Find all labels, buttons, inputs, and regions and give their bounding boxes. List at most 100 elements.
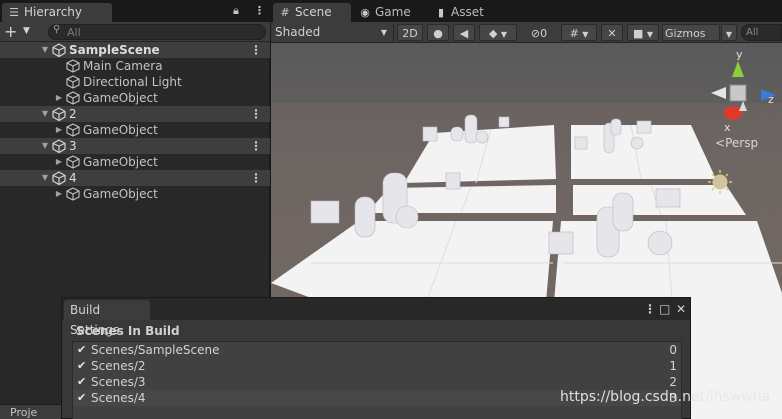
gameobject-cube-icon (66, 58, 80, 74)
foldout-expanded-icon[interactable]: ▼ (40, 170, 50, 186)
watermark-text: https://blog.csdn.net/lhswwha (560, 389, 771, 405)
build-scene-row[interactable]: ✔ Scenes/2 1 (73, 358, 681, 374)
unity-scene-icon (52, 138, 66, 154)
gameobject-row[interactable]: ▶ GameObject (0, 122, 270, 138)
row-label: SampleScene (69, 43, 160, 57)
tab-hierarchy[interactable]: ☰ Hierarchy (2, 3, 112, 22)
grid-snap-dropdown[interactable]: # ▼ (561, 24, 597, 41)
maximize-icon[interactable]: □ (659, 300, 670, 318)
hierarchy-search-input[interactable] (67, 25, 257, 39)
build-scene-name: Scenes/SampleScene (91, 343, 220, 357)
scene-row[interactable]: ▼ 3 ⋮ (0, 138, 270, 154)
kebab-menu-icon[interactable]: ⋮ (644, 300, 656, 318)
build-scene-row[interactable]: ✔ Scenes/SampleScene 0 (73, 342, 681, 358)
persp-arrow-icon: < (715, 136, 725, 150)
checkbox-checked-icon[interactable]: ✔ (77, 390, 89, 406)
plus-icon: + (4, 22, 18, 41)
tab-game[interactable]: ◉ Game (353, 3, 427, 22)
chevron-down-icon: ▼ (380, 28, 387, 37)
checkbox-checked-icon[interactable]: ✔ (77, 342, 89, 358)
foldout-expanded-icon[interactable]: ▼ (40, 42, 50, 58)
foldout-collapsed-icon[interactable]: ▶ (54, 122, 64, 138)
chevron-down-icon: ▼ (725, 30, 733, 39)
row-label: GameObject (83, 123, 158, 137)
row-label: 4 (69, 171, 77, 185)
build-scene-name: Scenes/4 (91, 391, 146, 405)
gizmos-dropdown[interactable]: Gizmos (662, 24, 720, 41)
foldout-collapsed-icon[interactable]: ▶ (54, 90, 64, 106)
scene-search[interactable]: All (741, 24, 782, 41)
project-tab-label: Proje (10, 406, 38, 419)
gizmos-dropdown-arrow[interactable]: ▼ (721, 24, 737, 41)
hidden-count: 0 (540, 27, 548, 40)
foldout-collapsed-icon[interactable]: ▶ (54, 154, 64, 170)
capsule (450, 126, 464, 142)
lock-icon[interactable]: 🔒︎ (233, 4, 239, 18)
gameobject-row[interactable]: Main Camera (0, 58, 270, 74)
cube (548, 231, 574, 255)
gameobject-row[interactable]: ▶ GameObject (0, 154, 270, 170)
gameobject-row[interactable]: ▶ GameObject (0, 186, 270, 202)
gizmo-x-label: x (724, 121, 731, 134)
scene-tabstrip: # Scene ◉ Game ▮Asset Store (271, 0, 782, 38)
gameobject-cube-icon (66, 122, 80, 138)
build-scene-name: Scenes/3 (91, 375, 146, 389)
scene-row[interactable]: ▼ SampleScene ⋮ (0, 42, 270, 58)
shopping-bag-icon: ▮ (437, 6, 445, 19)
gizmo-center-cube[interactable] (729, 84, 747, 102)
sphere (395, 205, 419, 229)
cylinder (464, 114, 478, 144)
checkbox-checked-icon[interactable]: ✔ (77, 374, 89, 390)
create-button[interactable]: + ▼ (4, 23, 36, 41)
kebab-menu-icon[interactable]: ⋮ (250, 170, 262, 186)
foldout-expanded-icon[interactable]: ▼ (40, 138, 50, 154)
cube (574, 136, 588, 150)
tools-button[interactable]: ✕ (601, 24, 623, 41)
hierarchy-tree: ▼ SampleScene ⋮ Main Camera Directional Ligh… (0, 42, 270, 202)
gamepad-icon: ◉ (360, 6, 370, 19)
scene-row[interactable]: ▼ 4 ⋮ (0, 170, 270, 186)
tab-asset-store[interactable]: ▮Asset Store (429, 3, 519, 38)
build-scene-row[interactable]: ✔ Scenes/3 2 (73, 374, 681, 390)
toggle-2d-button[interactable]: 2D (397, 24, 423, 41)
hidden-objects-toggle[interactable]: ⊘0 (521, 24, 557, 41)
game-tab-label: Game (375, 5, 411, 19)
scene-row[interactable]: ▼ 2 ⋮ (0, 106, 270, 122)
tab-project[interactable]: Proje (0, 404, 62, 419)
kebab-menu-icon[interactable]: ⋮ (250, 138, 262, 154)
audio-toggle-button[interactable]: ◀ (453, 24, 475, 41)
tab-build-settings[interactable]: Build Settings (64, 300, 150, 337)
toolbar-divider (393, 24, 394, 41)
close-icon[interactable]: ✕ (676, 300, 686, 318)
foldout-collapsed-icon[interactable]: ▶ (54, 186, 64, 202)
scene-toolbar: Shaded ▼ 2D ● ◀ ◆ ▼ ⊘0 # ▼ ✕ ■ ▼ Gizmos … (271, 22, 782, 43)
foldout-expanded-icon[interactable]: ▼ (40, 106, 50, 122)
row-label: GameObject (83, 187, 158, 201)
build-scene-index: 0 (669, 343, 677, 357)
build-settings-titlebar: Build Settings ⋮ □ ✕ (62, 298, 690, 337)
x-axis-cone[interactable] (724, 106, 742, 120)
capsule (354, 196, 376, 238)
gameobject-cube-icon (66, 154, 80, 170)
camera-dropdown[interactable]: ■ ▼ (627, 24, 659, 41)
draw-mode-dropdown[interactable]: Shaded ▼ (275, 23, 389, 42)
projection-toggle[interactable]: <Persp (715, 136, 758, 150)
tab-scene[interactable]: # Scene (273, 3, 351, 22)
effects-dropdown[interactable]: ◆ ▼ (479, 24, 517, 41)
row-label: 3 (69, 139, 77, 153)
kebab-menu-icon[interactable]: ⋮ (254, 4, 265, 17)
row-label: Directional Light (83, 75, 182, 89)
kebab-menu-icon[interactable]: ⋮ (250, 42, 262, 58)
gameobject-row[interactable]: ▶ GameObject (0, 90, 270, 106)
kebab-menu-icon[interactable]: ⋮ (250, 106, 262, 122)
chevron-down-icon: ▼ (500, 30, 508, 39)
checkbox-checked-icon[interactable]: ✔ (77, 358, 89, 374)
hierarchy-search[interactable]: ⚲ (48, 24, 266, 40)
gameobject-cube-icon (66, 186, 80, 202)
persp-label: Persp (725, 136, 758, 150)
lighting-toggle-button[interactable]: ● (427, 24, 449, 41)
row-label: GameObject (83, 155, 158, 169)
scenes-in-build-list: ✔ Scenes/SampleScene 0 ✔ Scenes/2 1 ✔ Scenes/3 2… (72, 341, 682, 419)
gameobject-row[interactable]: Directional Light (0, 74, 270, 90)
toggle-2d-label: 2D (402, 27, 418, 40)
